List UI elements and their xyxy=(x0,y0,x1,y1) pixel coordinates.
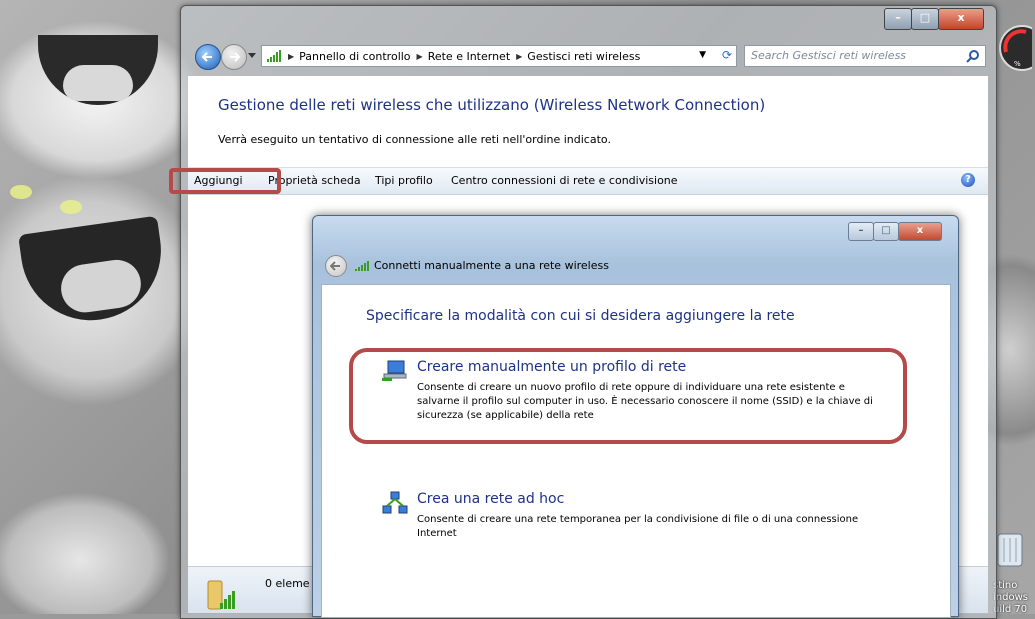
svg-text:%: % xyxy=(1014,60,1021,68)
option-title: Crea una rete ad hoc xyxy=(417,491,565,507)
breadcrumb-separator-icon: ▶ xyxy=(416,51,423,61)
breadcrumb-manage-wireless[interactable]: Gestisci reti wireless xyxy=(527,50,640,63)
cpu-gauge-gadget[interactable]: % xyxy=(996,22,1032,72)
dialog-title: Connetti manualmente a una rete wireless xyxy=(355,259,609,272)
minimize-icon: – xyxy=(895,11,901,24)
breadcrumb-network-internet[interactable]: Rete e Internet xyxy=(428,50,510,63)
dialog-heading: Specificare la modalità con cui si desid… xyxy=(366,308,795,324)
wireless-network-folder-icon xyxy=(207,580,235,610)
item-count-text: 0 eleme xyxy=(265,577,310,590)
breadcrumb-separator-icon: ▶ xyxy=(516,51,523,61)
address-dropdown-icon[interactable]: ▼ xyxy=(699,50,706,60)
dialog-content: Specificare la modalità con cui si desid… xyxy=(321,284,951,618)
wallpaper-character-mouth xyxy=(18,215,170,330)
address-bar[interactable]: ▶ Pannello di controllo ▶ Rete e Interne… xyxy=(261,45,737,67)
wallpaper-character-cheek xyxy=(60,200,82,214)
adapter-properties-button[interactable]: Proprietà scheda xyxy=(268,174,361,187)
dialog-minimize-button[interactable]: – xyxy=(848,222,874,241)
breadcrumb-control-panel[interactable]: Pannello di controllo xyxy=(299,50,410,63)
close-button[interactable]: x xyxy=(938,8,984,30)
page-description: Verrà eseguito un tentativo di connessio… xyxy=(218,133,611,146)
wireless-signal-icon xyxy=(267,50,281,62)
refresh-icon[interactable]: ⟳ xyxy=(722,48,732,62)
maximize-icon: □ xyxy=(919,11,931,24)
help-icon[interactable]: ? xyxy=(961,173,975,187)
desktop-watermark-text: stino indows uild 70 xyxy=(993,580,1028,615)
maximize-icon: □ xyxy=(881,225,891,236)
minimize-icon: – xyxy=(858,225,864,236)
minimize-button[interactable]: – xyxy=(884,8,912,30)
option-description: Consente di creare una rete temporanea p… xyxy=(417,514,859,539)
forward-button[interactable] xyxy=(221,44,247,70)
add-button-highlight xyxy=(169,168,281,194)
ad-hoc-network-icon xyxy=(382,491,408,514)
forward-arrow-icon xyxy=(230,52,241,62)
network-center-link[interactable]: Centro connessioni di rete e condivision… xyxy=(451,174,678,187)
dialog-back-button[interactable] xyxy=(325,255,347,277)
option-ad-hoc-network[interactable]: Crea una rete ad hoc Consente di creare … xyxy=(366,491,886,541)
page-title: Gestione delle reti wireless che utilizz… xyxy=(218,96,766,114)
wallpaper-character-cheek xyxy=(10,185,32,199)
profile-types-button[interactable]: Tipi profilo xyxy=(375,174,433,187)
close-icon: x xyxy=(916,225,924,236)
search-icon[interactable] xyxy=(966,49,980,63)
recent-pages-dropdown-icon[interactable] xyxy=(247,52,257,60)
search-input[interactable]: Search Gestisci reti wireless xyxy=(744,45,986,67)
back-arrow-icon xyxy=(330,261,340,271)
wireless-signal-icon xyxy=(355,260,369,271)
close-icon: x xyxy=(957,11,965,24)
wallpaper-character-mouth xyxy=(38,35,158,105)
back-button[interactable] xyxy=(195,44,221,70)
dialog-maximize-button[interactable]: □ xyxy=(873,222,899,241)
address-row: ▶ Pannello di controllo ▶ Rete e Interne… xyxy=(189,44,989,70)
search-placeholder: Search Gestisci reti wireless xyxy=(751,49,907,62)
recycle-bin-icon[interactable] xyxy=(992,528,1028,572)
dialog-title-text: Connetti manualmente a una rete wireless xyxy=(374,259,609,272)
breadcrumb-separator-icon: ▶ xyxy=(288,51,295,61)
dialog-close-button[interactable]: x xyxy=(898,222,942,241)
manual-profile-option-highlight xyxy=(349,348,907,444)
command-bar: Aggiungi Proprietà scheda Tipi profilo C… xyxy=(188,167,988,195)
back-arrow-icon xyxy=(201,52,212,62)
maximize-button[interactable]: □ xyxy=(911,8,939,30)
